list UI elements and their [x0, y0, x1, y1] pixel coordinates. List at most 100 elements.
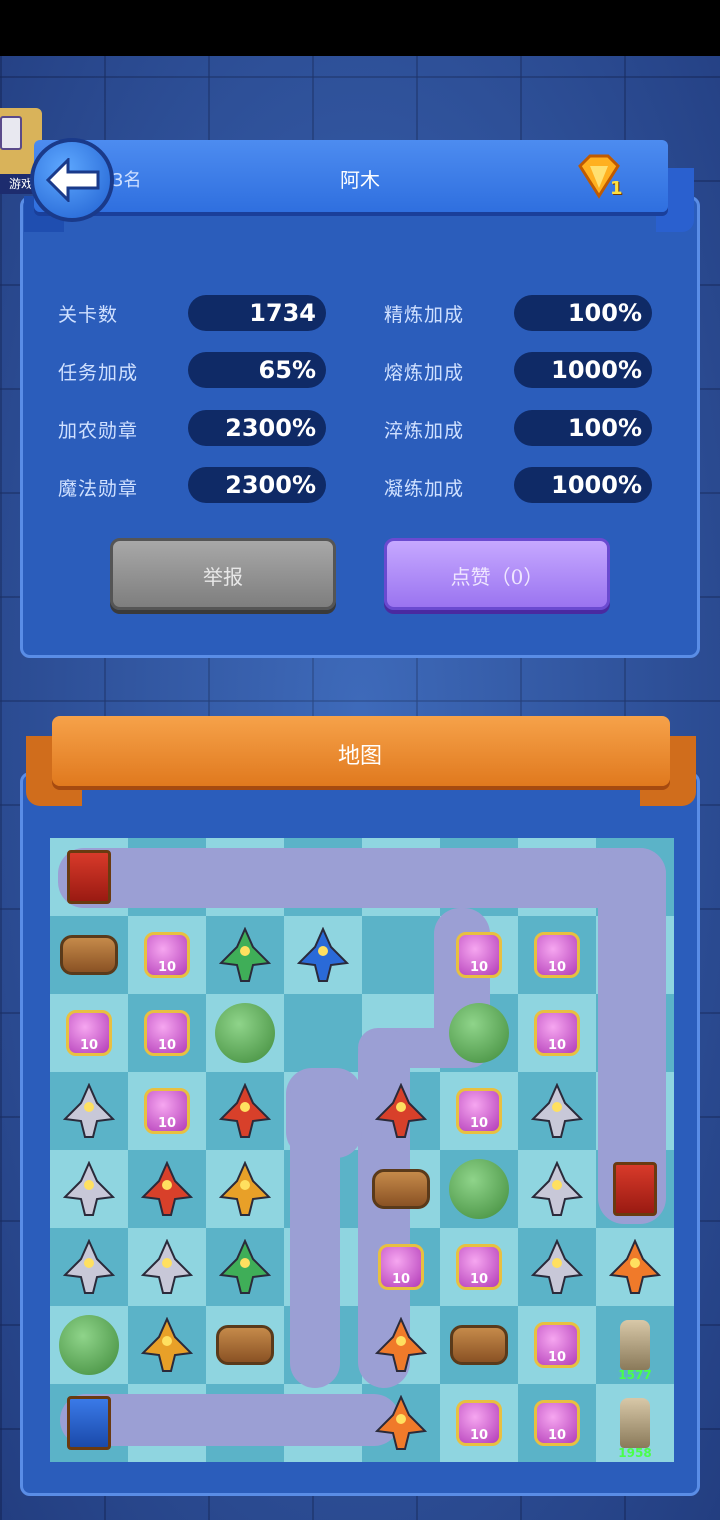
bush-icon: [59, 1315, 119, 1375]
gold-cannon-tower[interactable]: [128, 1306, 206, 1384]
stat-value-task-bonus: 65%: [188, 352, 326, 388]
stat-label-task-bonus: 任务加成: [58, 362, 139, 384]
treasure-pot-obstacle[interactable]: 10: [518, 1384, 596, 1462]
tree-stump-obstacle[interactable]: [206, 1306, 284, 1384]
treasure-pot-obstacle[interactable]: 10: [362, 1228, 440, 1306]
stump-icon: [372, 1169, 430, 1209]
stump-icon: [216, 1325, 274, 1365]
bush-icon: [215, 1003, 275, 1063]
treasure-pot-obstacle[interactable]: 10: [440, 1384, 518, 1462]
stat-label-condense-bonus: 凝练加成: [384, 478, 465, 500]
fighter-icon: [297, 927, 349, 982]
stat-label-smelt-bonus: 熔炼加成: [384, 362, 465, 384]
pot-level-label: 10: [456, 1400, 502, 1446]
pot-level-label: 10: [144, 1088, 190, 1134]
orange-fighter-tower[interactable]: [362, 1306, 440, 1384]
bush-obstacle[interactable]: [206, 994, 284, 1072]
bush-obstacle[interactable]: [440, 994, 518, 1072]
orange-fighter-tower[interactable]: [596, 1228, 674, 1306]
stump-icon: [450, 1325, 508, 1365]
enemy-spawn-flag-icon[interactable]: [596, 1150, 674, 1228]
treasure-pot-obstacle[interactable]: 10: [128, 1072, 206, 1150]
stat-label-magic-medal: 魔法勋章: [58, 478, 139, 500]
board-cell[interactable]: [284, 994, 362, 1072]
pot-level-label: 10: [456, 932, 502, 978]
pot-level-label: 10: [534, 1400, 580, 1446]
treasure-pot-obstacle[interactable]: 10: [440, 1228, 518, 1306]
statue-tower[interactable]: 1577: [596, 1306, 674, 1384]
bush-obstacle[interactable]: [50, 1306, 128, 1384]
fighter-icon: [375, 1395, 427, 1450]
silver-fighter-tower[interactable]: [50, 1228, 128, 1306]
map-board: 10 10 10 10 10 10 10 10 10 10 10 1577 10 10 1958: [50, 838, 674, 1464]
back-button[interactable]: [30, 138, 114, 222]
report-button[interactable]: 举报: [110, 538, 336, 610]
treasure-pot-obstacle[interactable]: 10: [440, 916, 518, 994]
fighter-icon: [63, 1239, 115, 1294]
silver-fighter-tower[interactable]: [50, 1150, 128, 1228]
silver-fighter-tower[interactable]: [518, 1228, 596, 1306]
fighter-icon: [141, 1317, 193, 1372]
stat-label-cannon-medal: 加农勋章: [58, 420, 139, 442]
pot-level-label: 10: [534, 1322, 580, 1368]
enemy-spawn-flag-icon[interactable]: [50, 838, 128, 916]
gold-cannon-tower[interactable]: [206, 1150, 284, 1228]
silver-fighter-tower[interactable]: [128, 1228, 206, 1306]
treasure-pot-obstacle[interactable]: 10: [518, 916, 596, 994]
treasure-pot-obstacle[interactable]: 10: [518, 994, 596, 1072]
stat-label-levels: 关卡数: [58, 304, 119, 326]
green-fighter-tower[interactable]: [206, 1228, 284, 1306]
statue-icon: [620, 1320, 650, 1370]
treasure-pot-obstacle[interactable]: 10: [128, 916, 206, 994]
back-arrow-icon: [46, 158, 100, 202]
tree-stump-obstacle[interactable]: [362, 1150, 440, 1228]
tower-power-value: 1958: [618, 1446, 652, 1460]
enemy-path: [58, 848, 666, 908]
fighter-icon: [375, 1317, 427, 1372]
like-button[interactable]: 点赞（0）: [384, 538, 610, 610]
skull-flag-icon: [613, 1162, 657, 1216]
pot-level-label: 10: [456, 1244, 502, 1290]
stat-value-magic-medal: 2300%: [188, 467, 326, 503]
bush-icon: [449, 1003, 509, 1063]
red-dragon-tower[interactable]: [128, 1150, 206, 1228]
skull-flag-icon: [67, 850, 111, 904]
fighter-icon: [219, 1083, 271, 1138]
treasure-pot-obstacle[interactable]: 10: [518, 1306, 596, 1384]
treasure-pot-obstacle[interactable]: 10: [50, 994, 128, 1072]
pot-level-label: 10: [66, 1010, 112, 1056]
bush-obstacle[interactable]: [440, 1150, 518, 1228]
silver-fighter-tower[interactable]: [518, 1150, 596, 1228]
status-bar: [0, 0, 720, 56]
treasure-pot-obstacle[interactable]: 10: [440, 1072, 518, 1150]
red-dragon-tower[interactable]: [206, 1072, 284, 1150]
stat-label-refine-bonus: 精炼加成: [384, 304, 465, 326]
player-rank: 3名: [112, 170, 142, 191]
pot-level-label: 10: [456, 1088, 502, 1134]
tower-power-value: 1577: [618, 1368, 652, 1382]
treasure-pot-obstacle[interactable]: 10: [128, 994, 206, 1072]
fighter-icon: [609, 1239, 661, 1294]
tree-stump-obstacle[interactable]: [440, 1306, 518, 1384]
stat-label-temper-bonus: 淬炼加成: [384, 420, 465, 442]
pot-level-label: 10: [144, 1010, 190, 1056]
silver-fighter-tower[interactable]: [518, 1072, 596, 1150]
board-cell[interactable]: [362, 916, 440, 994]
fighter-icon: [531, 1083, 583, 1138]
pot-level-label: 10: [534, 1010, 580, 1056]
base-flag-icon[interactable]: [50, 1384, 128, 1462]
fighter-icon: [531, 1161, 583, 1216]
tree-stump-obstacle[interactable]: [50, 916, 128, 994]
blue-fighter-tower[interactable]: [284, 916, 362, 994]
statue-tower[interactable]: 1958: [596, 1384, 674, 1462]
statue-icon: [620, 1398, 650, 1448]
fighter-icon: [219, 927, 271, 982]
pot-level-label: 10: [378, 1244, 424, 1290]
stat-value-smelt-bonus: 1000%: [514, 352, 652, 388]
orange-fighter-tower[interactable]: [362, 1384, 440, 1462]
green-fighter-tower[interactable]: [206, 916, 284, 994]
stat-value-levels: 1734: [188, 295, 326, 331]
gem-count: 1: [610, 178, 623, 199]
red-dragon-tower[interactable]: [362, 1072, 440, 1150]
silver-fighter-tower[interactable]: [50, 1072, 128, 1150]
